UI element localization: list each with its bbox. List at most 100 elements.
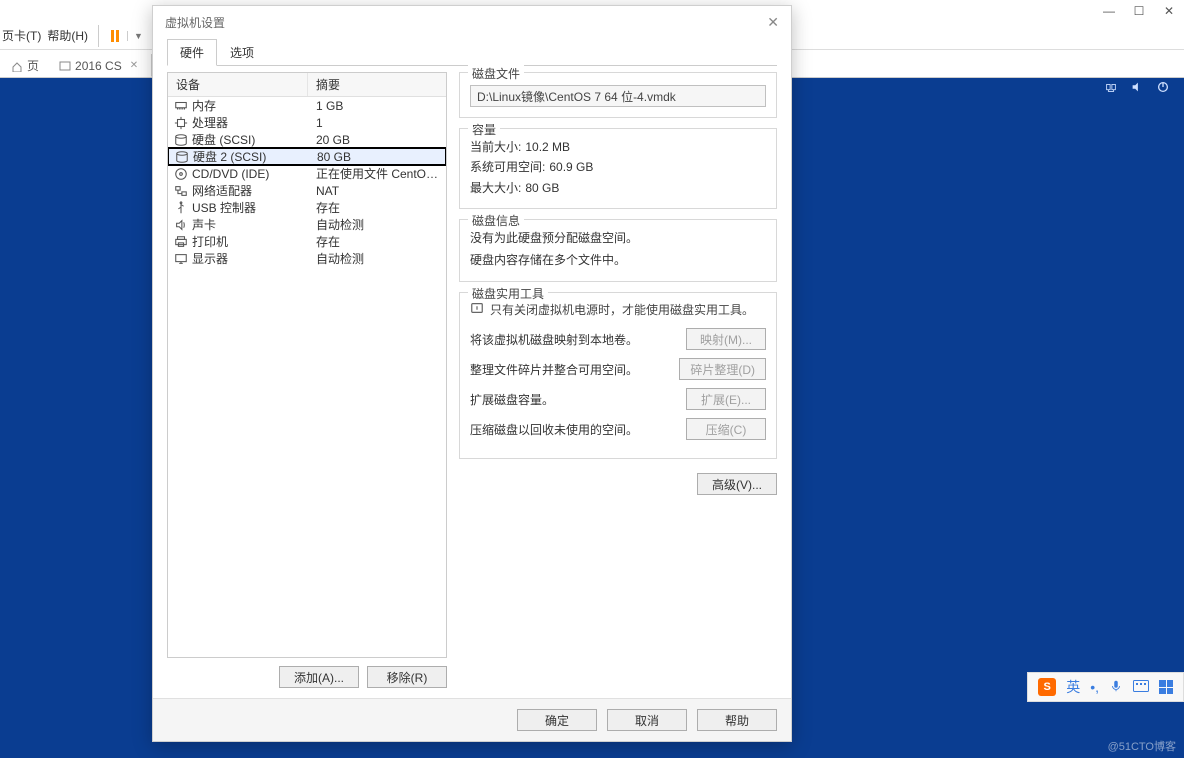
window-maximize[interactable]: ☐ [1124, 0, 1154, 22]
hw-summary: 存在 [308, 233, 446, 250]
remove-hardware-button[interactable]: 移除(R) [367, 666, 447, 688]
hw-row-3[interactable]: 硬盘 2 (SCSI) 80 GB [168, 147, 446, 166]
power-icon[interactable] [1156, 80, 1170, 97]
disk-icon [174, 133, 188, 147]
free-space-value: 60.9 GB [549, 157, 593, 177]
hw-row-6[interactable]: USB 控制器 存在 [168, 199, 446, 216]
disk-util-legend: 磁盘实用工具 [468, 285, 548, 302]
pause-button[interactable]: ▼ [98, 25, 149, 47]
disk-info-line1: 没有为此硬盘预分配磁盘空间。 [470, 228, 766, 250]
hw-row-9[interactable]: 显示器自动检测 [168, 250, 446, 267]
hw-summary: 20 GB [308, 133, 446, 147]
net-icon [174, 184, 188, 198]
hw-name: 网络适配器 [192, 182, 252, 199]
map-button: 映射(M)... [686, 328, 766, 350]
settings-tabs: 硬件 选项 [167, 38, 777, 66]
watermark: @51CTO博客 [1108, 738, 1176, 754]
disk-utilities-group: 磁盘实用工具 只有关闭虚拟机电源时，才能使用磁盘实用工具。 将该虚拟机磁盘映射到… [459, 292, 777, 459]
dialog-close-icon[interactable]: ✕ [767, 14, 779, 31]
dialog-title: 虚拟机设置 [165, 14, 225, 31]
chevron-down-icon[interactable]: ▼ [127, 31, 149, 41]
home-icon [11, 60, 23, 72]
free-space-label: 系统可用空间: [470, 157, 545, 177]
hw-summary: 自动检测 [308, 216, 446, 233]
hw-row-4[interactable]: CD/DVD (IDE)正在使用文件 CentOS-7-x86... [168, 165, 446, 182]
hw-name: USB 控制器 [192, 199, 256, 216]
hw-row-0[interactable]: 内存 1 GB [168, 97, 446, 114]
hw-row-1[interactable]: 处理器1 [168, 114, 446, 131]
tab-home[interactable]: 页 [4, 54, 46, 77]
sound-icon [174, 218, 188, 232]
volume-icon[interactable] [1130, 80, 1144, 97]
pause-icon [107, 30, 123, 42]
hw-summary: 1 [308, 116, 446, 130]
hw-summary: 正在使用文件 CentOS-7-x86... [308, 165, 446, 182]
display-icon [174, 252, 188, 266]
disk-info-line2: 硬盘内容存储在多个文件中。 [470, 250, 766, 272]
disk-file-legend: 磁盘文件 [468, 65, 524, 82]
cancel-button[interactable]: 取消 [607, 709, 687, 731]
hw-row-2[interactable]: 硬盘 (SCSI) 20 GB [168, 131, 446, 148]
usb-icon [174, 201, 188, 215]
cd-icon [174, 167, 188, 181]
memory-icon [174, 99, 188, 113]
hw-row-8[interactable]: 打印机 存在 [168, 233, 446, 250]
hw-summary: 存在 [308, 199, 446, 216]
ime-bar[interactable]: S 英 •, [1027, 672, 1184, 702]
vm-settings-dialog: 虚拟机设置 ✕ 硬件 选项 设备 摘要 内存 1 GB处理器1硬盘 (SCSI) 2… [152, 5, 792, 742]
disk-file-path[interactable]: D:\Linux镜像\CentOS 7 64 位-4.vmdk [470, 85, 766, 107]
col-summary[interactable]: 摘要 [308, 73, 446, 96]
help-button[interactable]: 帮助 [697, 709, 777, 731]
tab-options[interactable]: 选项 [217, 39, 267, 66]
compact-button: 压缩(C) [686, 418, 766, 440]
close-icon[interactable]: ✕ [126, 60, 138, 71]
hw-row-5[interactable]: 网络适配器 NAT [168, 182, 446, 199]
window-minimize[interactable]: — [1094, 0, 1124, 22]
max-size-label: 最大大小: [470, 178, 521, 198]
tab-2016cs-label: 2016 CS [75, 59, 122, 73]
tab-2016cs[interactable]: 2016 CS ✕ [52, 54, 145, 77]
vm-icon [59, 60, 71, 72]
max-size-value: 80 GB [525, 178, 559, 198]
ime-punct-icon[interactable]: •, [1090, 679, 1099, 695]
ime-mic-icon[interactable] [1109, 679, 1123, 696]
hw-summary: 1 GB [308, 99, 446, 113]
hw-name: 硬盘 (SCSI) [192, 131, 255, 148]
disk-info-legend: 磁盘信息 [468, 212, 524, 229]
sogou-logo-icon: S [1038, 678, 1056, 696]
capacity-legend: 容量 [468, 121, 500, 138]
menu-tabs[interactable]: 页卡(T) [2, 27, 41, 44]
disk-file-group: 磁盘文件 D:\Linux镜像\CentOS 7 64 位-4.vmdk [459, 72, 777, 118]
disk-info-group: 磁盘信息 没有为此硬盘预分配磁盘空间。 硬盘内容存储在多个文件中。 [459, 219, 777, 282]
ime-lang[interactable]: 英 [1066, 677, 1080, 697]
window-close[interactable]: ✕ [1154, 0, 1184, 22]
tab-hardware[interactable]: 硬件 [167, 39, 217, 66]
printer-icon [174, 235, 188, 249]
cpu-icon [174, 116, 188, 130]
hw-row-7[interactable]: 声卡自动检测 [168, 216, 446, 233]
defrag-desc: 整理文件碎片并整合可用空间。 [470, 361, 679, 378]
tab-home-label: 页 [27, 57, 39, 74]
menu-help[interactable]: 帮助(H) [47, 27, 88, 44]
advanced-button[interactable]: 高级(V)... [697, 473, 777, 495]
hw-summary: NAT [308, 184, 446, 198]
map-desc: 将该虚拟机磁盘映射到本地卷。 [470, 331, 686, 348]
ime-menu-icon[interactable] [1159, 680, 1173, 694]
ok-button[interactable]: 确定 [517, 709, 597, 731]
hw-name: 打印机 [192, 233, 228, 250]
current-size-value: 10.2 MB [525, 137, 570, 157]
hw-name: 显示器 [192, 250, 228, 267]
hw-summary: 80 GB [309, 150, 445, 164]
network-icon[interactable] [1104, 80, 1118, 97]
hw-name: 内存 [192, 97, 216, 114]
col-device[interactable]: 设备 [168, 73, 308, 96]
expand-desc: 扩展磁盘容量。 [470, 391, 686, 408]
hardware-list: 设备 摘要 内存1 GB处理器1硬盘 (SCSI)20 GB硬盘 2 (SCSI… [167, 72, 447, 658]
add-hardware-button[interactable]: 添加(A)... [279, 666, 359, 688]
hw-name: 硬盘 2 (SCSI) [193, 148, 266, 165]
info-icon [470, 301, 484, 315]
expand-button: 扩展(E)... [686, 388, 766, 410]
defrag-button: 碎片整理(D) [679, 358, 766, 380]
util-note-text: 只有关闭虚拟机电源时，才能使用磁盘实用工具。 [490, 301, 754, 318]
ime-keyboard-icon[interactable] [1133, 679, 1149, 695]
